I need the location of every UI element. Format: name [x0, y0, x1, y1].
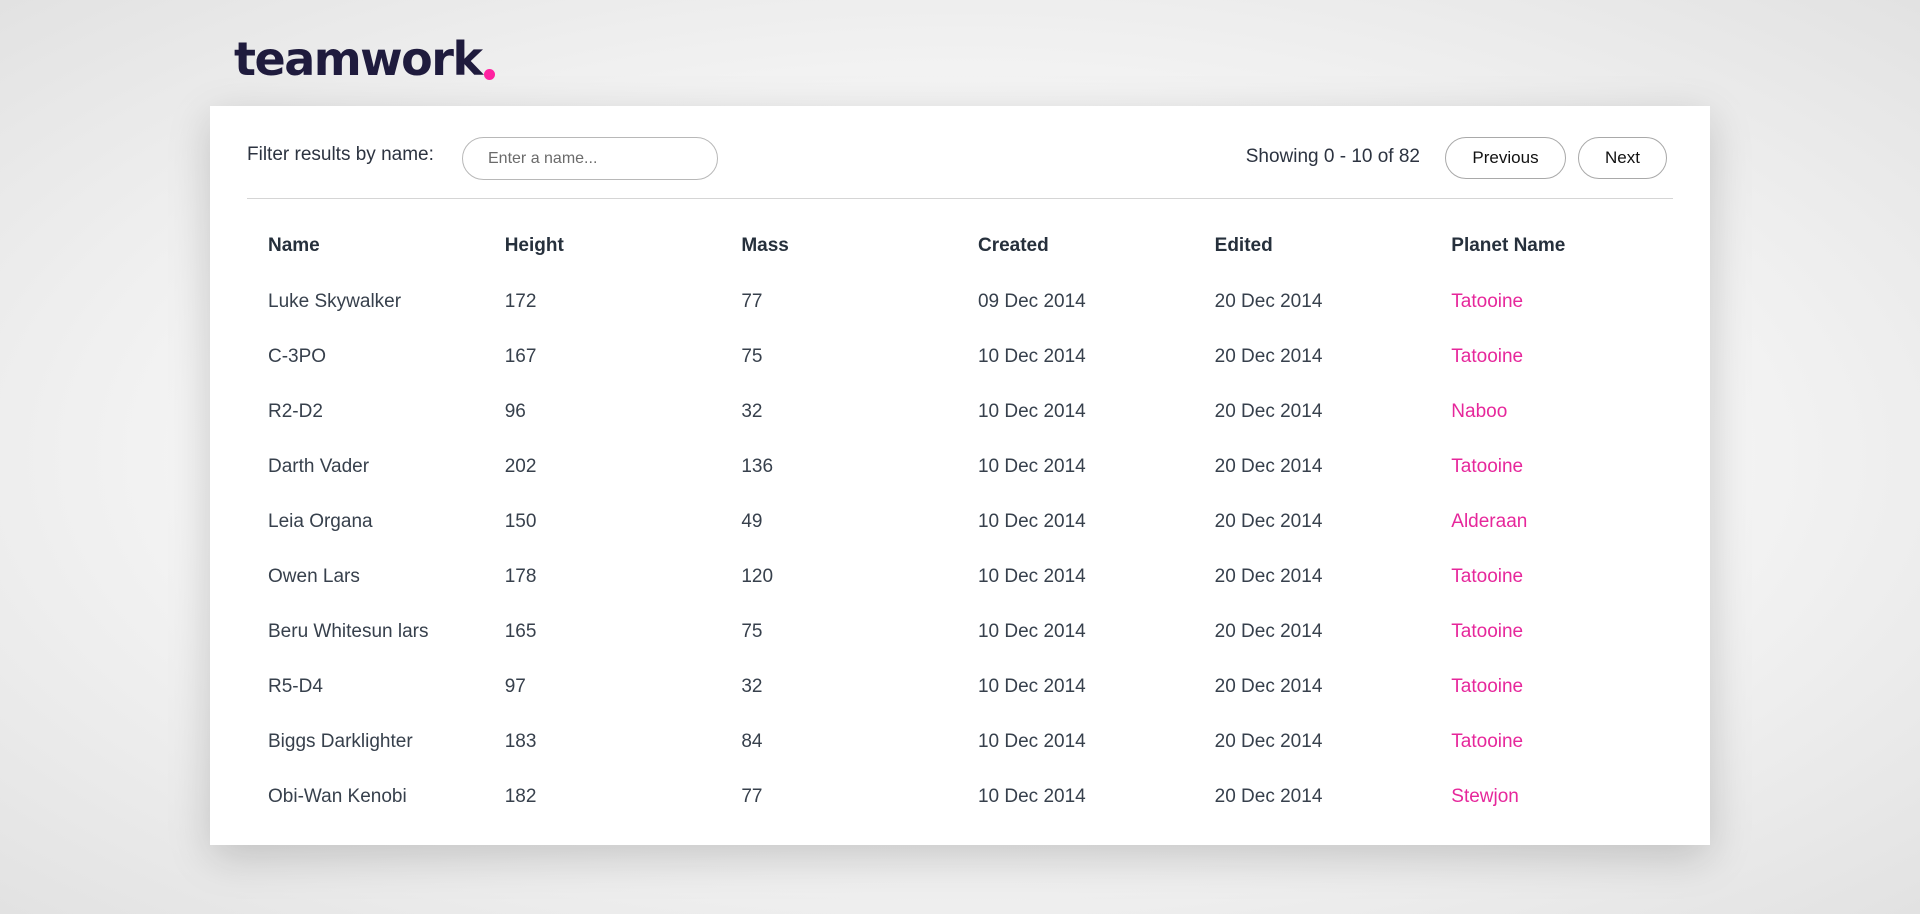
- people-table: Name Height Mass Created Edited Planet N…: [268, 218, 1688, 824]
- created-cell: 10 Dec 2014: [977, 785, 1086, 807]
- edited-cell: 20 Dec 2014: [1214, 290, 1323, 312]
- planet-name-link[interactable]: Tatooine: [1451, 714, 1688, 769]
- table-row: Darth Vader 202 136 10 Dec 2014 20 Dec 2014 T…: [268, 439, 1688, 494]
- column-header-planet-name[interactable]: Planet Name: [1451, 218, 1688, 274]
- mass-cell: 75: [741, 345, 763, 367]
- previous-button[interactable]: Previous: [1445, 137, 1566, 179]
- edited-cell: 20 Dec 2014: [1214, 730, 1323, 752]
- column-header-mass[interactable]: Mass: [741, 218, 978, 274]
- height-cell: 96: [504, 400, 526, 422]
- next-button[interactable]: Next: [1578, 137, 1667, 179]
- mass-cell: 136: [741, 455, 774, 477]
- column-header-name[interactable]: Name: [268, 218, 505, 274]
- height-cell: 167: [504, 345, 537, 367]
- planet-name-link[interactable]: Tatooine: [1451, 659, 1688, 714]
- height-cell: 165: [504, 620, 537, 642]
- height-cell: 182: [504, 785, 537, 807]
- name-cell: Owen Lars: [268, 565, 360, 587]
- planet-name-link[interactable]: Tatooine: [1451, 329, 1688, 384]
- mass-cell: 77: [741, 290, 763, 312]
- table-row: R2-D2 96 32 10 Dec 2014 20 Dec 2014 Naboo: [268, 384, 1688, 439]
- height-cell: 150: [504, 510, 537, 532]
- edited-cell: 20 Dec 2014: [1214, 565, 1323, 587]
- name-filter-input[interactable]: [462, 137, 718, 180]
- created-cell: 10 Dec 2014: [977, 730, 1086, 752]
- name-cell: C-3PO: [268, 345, 327, 367]
- results-card: Filter results by name: Showing 0 - 10 o…: [210, 106, 1710, 845]
- name-cell: Darth Vader: [268, 455, 370, 477]
- planet-name-link[interactable]: Tatooine: [1451, 549, 1688, 604]
- created-cell: 10 Dec 2014: [977, 345, 1086, 367]
- table-body: Luke Skywalker 172 77 09 Dec 2014 20 Dec 201…: [268, 274, 1688, 824]
- edited-cell: 20 Dec 2014: [1214, 675, 1323, 697]
- table-row: R5-D4 97 32 10 Dec 2014 20 Dec 2014 Tatooine: [268, 659, 1688, 714]
- logo-dot: [483, 69, 495, 80]
- name-cell: Luke Skywalker: [268, 290, 402, 312]
- name-cell: Leia Organa: [268, 510, 373, 532]
- height-cell: 97: [504, 675, 526, 697]
- table-row: Obi-Wan Kenobi 182 77 10 Dec 2014 20 Dec 201…: [268, 769, 1688, 824]
- name-cell: Obi-Wan Kenobi: [268, 785, 407, 807]
- name-cell: Biggs Darklighter: [268, 730, 413, 752]
- table-row: Leia Organa 150 49 10 Dec 2014 20 Dec 2014 Al…: [268, 494, 1688, 549]
- table-header-row: Name Height Mass Created Edited Planet N…: [268, 218, 1688, 274]
- mass-cell: 77: [741, 785, 763, 807]
- mass-cell: 49: [741, 510, 763, 532]
- table-row: Luke Skywalker 172 77 09 Dec 2014 20 Dec 201…: [268, 274, 1688, 329]
- table-row: C-3PO 167 75 10 Dec 2014 20 Dec 2014 Tatooine: [268, 329, 1688, 384]
- created-cell: 09 Dec 2014: [977, 290, 1086, 312]
- mass-cell: 120: [741, 565, 774, 587]
- edited-cell: 20 Dec 2014: [1214, 455, 1323, 477]
- edited-cell: 20 Dec 2014: [1214, 620, 1323, 642]
- planet-name-link[interactable]: Tatooine: [1451, 604, 1688, 659]
- created-cell: 10 Dec 2014: [977, 620, 1086, 642]
- created-cell: 10 Dec 2014: [977, 400, 1086, 422]
- table-row: Owen Lars 178 120 10 Dec 2014 20 Dec 2014 Tat…: [268, 549, 1688, 604]
- name-cell: R2-D2: [268, 400, 323, 422]
- name-cell: Beru Whitesun lars: [268, 620, 429, 642]
- name-cell: R5-D4: [268, 675, 323, 697]
- created-cell: 10 Dec 2014: [977, 565, 1086, 587]
- created-cell: 10 Dec 2014: [977, 455, 1086, 477]
- table-row: Biggs Darklighter 183 84 10 Dec 2014 20 Dec …: [268, 714, 1688, 769]
- edited-cell: 20 Dec 2014: [1214, 510, 1323, 532]
- pagination-status: Showing 0 - 10 of 82: [1245, 146, 1420, 167]
- column-header-created[interactable]: Created: [978, 218, 1215, 274]
- column-header-edited[interactable]: Edited: [1215, 218, 1452, 274]
- created-cell: 10 Dec 2014: [977, 510, 1086, 532]
- planet-name-link[interactable]: Naboo: [1451, 384, 1688, 439]
- column-header-height[interactable]: Height: [505, 218, 742, 274]
- results-toolbar: Filter results by name: Showing 0 - 10 o…: [247, 106, 1673, 199]
- created-cell: 10 Dec 2014: [977, 675, 1086, 697]
- height-cell: 178: [504, 565, 537, 587]
- height-cell: 183: [504, 730, 537, 752]
- height-cell: 202: [504, 455, 537, 477]
- teamwork-logo[interactable]: teamwork: [234, 30, 495, 82]
- mass-cell: 32: [741, 675, 763, 697]
- edited-cell: 20 Dec 2014: [1214, 400, 1323, 422]
- planet-name-link[interactable]: Alderaan: [1451, 494, 1688, 549]
- filter-label: Filter results by name:: [247, 144, 434, 165]
- height-cell: 172: [504, 290, 537, 312]
- planet-name-link[interactable]: Stewjon: [1451, 769, 1688, 824]
- mass-cell: 75: [741, 620, 763, 642]
- edited-cell: 20 Dec 2014: [1214, 345, 1323, 367]
- table-row: Beru Whitesun lars 165 75 10 Dec 2014 20 Dec…: [268, 604, 1688, 659]
- edited-cell: 20 Dec 2014: [1214, 785, 1323, 807]
- planet-name-link[interactable]: Tatooine: [1451, 274, 1688, 329]
- logo-text: teamwork: [234, 32, 483, 86]
- mass-cell: 84: [741, 730, 763, 752]
- mass-cell: 32: [741, 400, 763, 422]
- planet-name-link[interactable]: Tatooine: [1451, 439, 1688, 494]
